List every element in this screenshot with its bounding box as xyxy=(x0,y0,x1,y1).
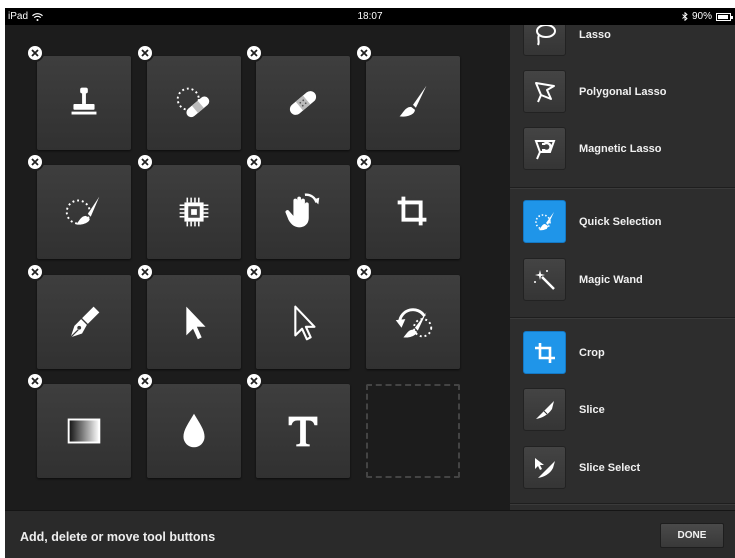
tool-tile-healing[interactable] xyxy=(256,56,350,150)
close-icon xyxy=(141,158,149,166)
tool-tile-blur-drop[interactable] xyxy=(147,384,241,478)
spot-healing-brush-icon xyxy=(176,87,210,118)
tool-tile-spot-healing[interactable] xyxy=(147,56,241,150)
tool-option-slice[interactable]: Slice xyxy=(523,388,605,431)
instruction-text: Add, delete or move tool buttons xyxy=(20,530,216,544)
close-icon xyxy=(250,158,258,166)
slice-select-icon xyxy=(534,457,555,478)
remove-tile-button[interactable] xyxy=(136,44,154,62)
remove-tile-button[interactable] xyxy=(245,372,263,390)
close-icon xyxy=(360,268,368,276)
battery-percent: 90% xyxy=(691,11,712,22)
tool-tile-chip[interactable] xyxy=(147,165,241,259)
magic-wand-icon xyxy=(533,269,555,290)
close-icon xyxy=(141,49,149,57)
remove-tile-button[interactable] xyxy=(26,263,44,281)
slice-icon xyxy=(535,400,554,419)
tool-label: Crop xyxy=(579,346,605,359)
gradient-icon xyxy=(67,418,101,444)
remove-tile-button[interactable] xyxy=(136,263,154,281)
bluetooth-icon xyxy=(682,12,688,21)
tool-tile-type[interactable] xyxy=(256,384,350,478)
remove-tile-button[interactable] xyxy=(136,153,154,171)
tool-option-magic-wand[interactable]: Magic Wand xyxy=(523,258,643,301)
tool-tile-brush[interactable] xyxy=(366,56,460,150)
tool-tile-history-brush[interactable] xyxy=(366,275,460,369)
type-icon xyxy=(288,416,318,447)
close-icon xyxy=(141,377,149,385)
pen-icon xyxy=(70,306,100,338)
crop-icon xyxy=(397,196,427,226)
tool-option-magnetic-lasso[interactable]: Magnetic Lasso xyxy=(523,127,662,170)
group-divider xyxy=(510,317,735,319)
remove-tile-button[interactable] xyxy=(355,44,373,62)
tool-option-quick-selection[interactable]: Quick Selection xyxy=(523,200,662,243)
tool-tile-selection-arrow[interactable] xyxy=(147,275,241,369)
selection-arrow-icon xyxy=(186,306,206,340)
tool-label: Polygonal Lasso xyxy=(579,85,667,98)
clock: 18:07 xyxy=(357,11,383,22)
remove-tile-button[interactable] xyxy=(26,372,44,390)
direct-selection-arrow-icon xyxy=(294,305,316,341)
close-icon xyxy=(360,49,368,57)
empty-tile-slot[interactable] xyxy=(366,384,460,478)
tool-option-polygonal-lasso[interactable]: Polygonal Lasso xyxy=(523,70,666,113)
remove-tile-button[interactable] xyxy=(355,263,373,281)
tool-tile-crop[interactable] xyxy=(366,165,460,259)
lasso-icon xyxy=(535,25,556,45)
close-icon xyxy=(250,49,258,57)
chip-icon xyxy=(179,197,209,227)
brush-icon xyxy=(399,85,427,117)
close-icon xyxy=(31,49,39,57)
tool-tile-stamp[interactable] xyxy=(37,56,131,150)
crop-icon xyxy=(534,342,555,363)
tool-label: Lasso xyxy=(579,28,611,41)
drop-icon xyxy=(183,413,205,448)
stamp-icon xyxy=(71,87,97,115)
polygonal-lasso-icon xyxy=(534,81,555,102)
close-icon xyxy=(250,377,258,385)
hand-rotate-icon xyxy=(285,193,320,228)
tool-tile-pen[interactable] xyxy=(37,275,131,369)
history-brush-icon xyxy=(395,308,433,338)
battery-icon xyxy=(716,12,733,21)
close-icon xyxy=(141,268,149,276)
tool-label: Magnetic Lasso xyxy=(579,142,662,155)
group-divider xyxy=(510,187,735,189)
close-icon xyxy=(31,377,39,385)
tool-tile-selection-brush[interactable] xyxy=(37,165,131,259)
tool-label: Slice xyxy=(579,403,605,416)
magnetic-lasso-icon xyxy=(534,139,555,159)
close-icon xyxy=(31,268,39,276)
tool-label: Magic Wand xyxy=(579,273,643,286)
tool-option-lasso[interactable]: Lasso xyxy=(523,25,611,56)
remove-tile-button[interactable] xyxy=(245,263,263,281)
tool-label: Quick Selection xyxy=(579,215,662,228)
tool-option-crop[interactable]: Crop xyxy=(523,331,605,374)
tool-tile-gradient[interactable] xyxy=(37,384,131,478)
tool-label: Slice Select xyxy=(579,461,641,474)
done-button[interactable]: DONE xyxy=(660,523,724,548)
remove-tile-button[interactable] xyxy=(26,44,44,62)
group-divider xyxy=(510,503,735,505)
remove-tile-button[interactable] xyxy=(245,44,263,62)
remove-tile-button[interactable] xyxy=(245,153,263,171)
footer-bar: Add, delete or move tool buttons DONE xyxy=(5,510,735,558)
close-icon xyxy=(31,158,39,166)
remove-tile-button[interactable] xyxy=(26,153,44,171)
remove-tile-button[interactable] xyxy=(355,153,373,171)
status-bar: iPad 18:07 90% xyxy=(5,8,735,25)
tool-grid-canvas xyxy=(5,25,510,510)
healing-bandage-icon xyxy=(289,91,317,115)
close-icon xyxy=(360,158,368,166)
remove-tile-button[interactable] xyxy=(136,372,154,390)
close-icon xyxy=(250,268,258,276)
tool-panel: Lasso Polygonal Lasso Magnetic Lasso Qui… xyxy=(510,25,735,510)
tool-tile-direct-selection[interactable] xyxy=(256,275,350,369)
selection-brush-icon xyxy=(65,196,100,225)
tool-tile-hand-rotate[interactable] xyxy=(256,165,350,259)
quick-selection-icon xyxy=(534,211,554,230)
tool-option-slice-select[interactable]: Slice Select xyxy=(523,446,640,489)
